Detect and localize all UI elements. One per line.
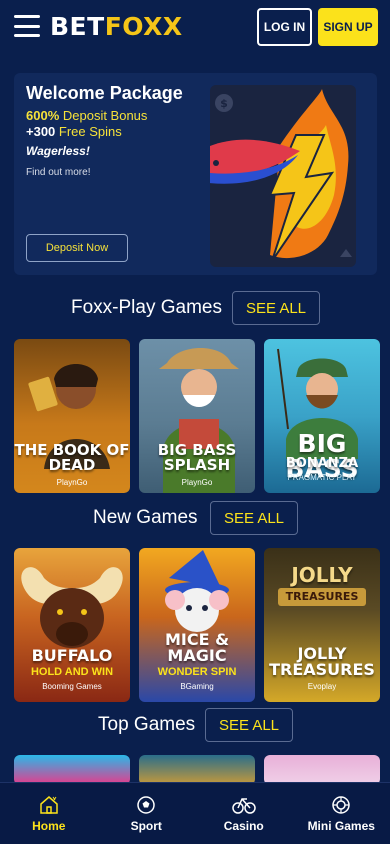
top-header: BETFOXX LOG IN SIGN UP bbox=[0, 0, 390, 54]
top-games-header: Top Games SEE ALL bbox=[0, 708, 390, 742]
game-tile-top-2[interactable] bbox=[139, 755, 255, 785]
promo-wagerless: Wagerless! bbox=[26, 144, 90, 158]
game-tile-big-bass-splash[interactable]: BIG BASS SPLASH PlaynGo bbox=[139, 339, 255, 493]
foxx-play-games-header: Foxx-Play Games SEE ALL bbox=[0, 291, 390, 325]
game-tile-mice-and-magic[interactable]: MICE & MAGIC WONDER SPIN BGaming bbox=[139, 548, 255, 702]
promo-find-out-more[interactable]: Find out more! bbox=[26, 167, 90, 178]
see-all-button[interactable]: SEE ALL bbox=[210, 501, 298, 535]
home-icon bbox=[40, 795, 58, 814]
game-provider: PRAGMATIC PLAY bbox=[287, 473, 357, 482]
see-all-button[interactable]: SEE ALL bbox=[232, 291, 320, 325]
game-title-line2: SPLASH bbox=[163, 456, 231, 474]
section-title: New Games bbox=[93, 507, 198, 528]
promo-deposit-bonus: 600% Deposit Bonus bbox=[26, 108, 148, 123]
logo-line1: JOLLY bbox=[291, 563, 353, 587]
login-button[interactable]: LOG IN bbox=[257, 8, 312, 46]
jolly-treasures-logo: JOLLY TREASURES bbox=[272, 564, 372, 614]
soccer-ball-icon bbox=[137, 795, 155, 814]
nav-label: Sport bbox=[130, 818, 162, 833]
nav-home[interactable]: Home bbox=[0, 783, 98, 844]
game-tile-top-3[interactable] bbox=[264, 755, 380, 785]
logo-line2: TREASURES bbox=[278, 588, 366, 606]
game-provider: PlaynGo bbox=[181, 478, 213, 487]
mini-games-icon bbox=[332, 795, 350, 814]
game-provider: Evoplay bbox=[307, 682, 337, 691]
nav-sport[interactable]: Sport bbox=[98, 783, 196, 844]
game-tile-jolly-treasures[interactable]: JOLLY TREASURES JOLLY TREASURES Evoplay bbox=[264, 548, 380, 702]
svg-text:$: $ bbox=[220, 97, 228, 110]
casino-icon bbox=[232, 797, 256, 814]
game-title-line1: BUFFALO bbox=[31, 646, 113, 665]
promo-title: Welcome Package bbox=[26, 83, 183, 103]
game-tile-buffalo[interactable]: BUFFALO HOLD AND WIN Booming Games bbox=[14, 548, 130, 702]
welcome-package-banner[interactable]: Welcome Package 600% Deposit Bonus +300 … bbox=[14, 73, 377, 275]
game-title-line2: DEAD bbox=[48, 456, 96, 474]
new-games-header: New Games SEE ALL bbox=[0, 501, 390, 535]
section-title: Top Games bbox=[98, 714, 196, 735]
game-title-line2: BONANZA bbox=[285, 456, 359, 471]
bottom-nav: Home Sport Casino Mini Games bbox=[0, 782, 390, 844]
nav-label: Casino bbox=[223, 818, 264, 833]
nav-mini-games[interactable]: Mini Games bbox=[293, 783, 390, 844]
section-title: Foxx-Play Games bbox=[71, 297, 222, 318]
game-provider: BGaming bbox=[180, 682, 214, 691]
promo-fish-lightning-image: $ bbox=[190, 85, 356, 267]
game-title-line2: TREASURES bbox=[269, 660, 375, 679]
see-all-button[interactable]: SEE ALL bbox=[205, 708, 293, 742]
nav-label: Home bbox=[32, 818, 66, 833]
nav-label: Mini Games bbox=[307, 818, 375, 833]
promo-free-spins: +300 Free Spins bbox=[26, 124, 122, 139]
game-tile-top-1[interactable] bbox=[14, 755, 130, 785]
game-title-accent: WONDER SPIN bbox=[157, 666, 237, 678]
betfoxx-logo[interactable]: BETFOXX bbox=[50, 12, 183, 41]
hamburger-menu-icon[interactable] bbox=[14, 15, 40, 37]
deposit-now-button[interactable]: Deposit Now bbox=[26, 234, 128, 262]
signup-button[interactable]: SIGN UP bbox=[318, 8, 378, 46]
game-title-accent: HOLD AND WIN bbox=[30, 666, 114, 678]
game-title-line2: MAGIC bbox=[167, 646, 227, 665]
nav-casino[interactable]: Casino bbox=[195, 783, 293, 844]
game-tile-big-bass-bonanza[interactable]: BIG BASS BONANZA PRAGMATIC PLAY bbox=[264, 339, 380, 493]
game-tile-book-of-dead[interactable]: THE BOOK OF DEAD PlaynGo bbox=[14, 339, 130, 493]
game-provider: Booming Games bbox=[42, 682, 102, 691]
game-provider: PlaynGo bbox=[56, 478, 88, 487]
